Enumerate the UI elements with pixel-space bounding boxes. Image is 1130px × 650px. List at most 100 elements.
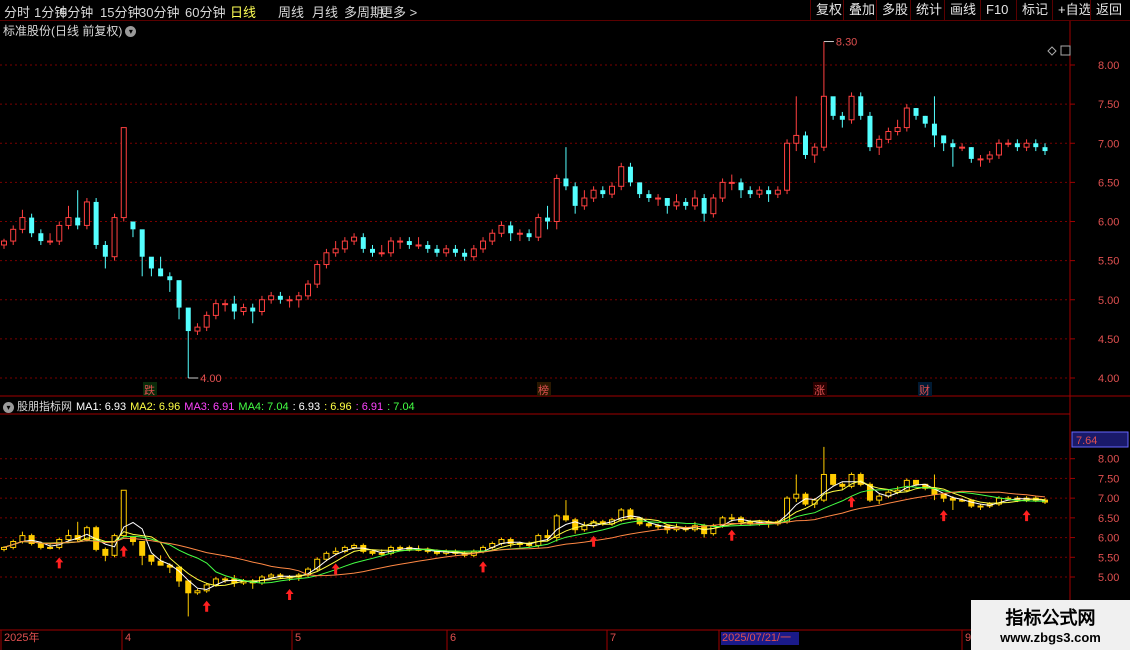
candle-body — [369, 248, 375, 253]
candle-body — [673, 201, 680, 207]
period-tab[interactable]: 周线 — [278, 2, 304, 21]
toolbar-button[interactable]: 标记 — [1016, 0, 1053, 20]
candle-body — [839, 115, 845, 120]
candle-body — [738, 182, 744, 191]
period-tab[interactable]: 多周期 — [344, 2, 383, 21]
sub-y-axis-label: 5.50 — [1098, 552, 1119, 564]
candle-body — [618, 166, 625, 187]
candle-body — [701, 198, 707, 214]
kline-chart[interactable]: 8.00 7.50 7.00 6.50 6.00 5.50 5.00 4.50 4.00 8.00… — [0, 21, 1130, 650]
toolbar-button[interactable]: 复权 — [810, 0, 847, 20]
indicator-bar — [194, 590, 201, 594]
y-axis-label: 5.50 — [1098, 256, 1119, 268]
candle-body — [240, 307, 247, 312]
candle-body — [286, 299, 293, 302]
ma-line-3 — [3, 485, 1046, 584]
candle-body — [581, 197, 588, 207]
indicator-bar — [268, 574, 275, 578]
period-tab[interactable]: 分时 — [4, 2, 30, 21]
candle-body — [609, 185, 616, 195]
candle-body — [784, 142, 791, 191]
period-tab[interactable]: 15分钟 — [100, 2, 140, 21]
indicator-bar — [351, 544, 358, 548]
period-tab[interactable]: 60分钟 — [185, 2, 225, 21]
toolbar-button[interactable]: 叠加 — [843, 0, 880, 20]
indicator-bar — [940, 493, 947, 499]
candle-body — [986, 154, 993, 160]
candle-body — [931, 123, 937, 136]
y-axis-label: 4.00 — [1098, 373, 1119, 385]
candle-body — [913, 108, 919, 116]
period-tab[interactable]: 日线 — [230, 2, 256, 21]
panel-toggle-icon[interactable] — [1060, 45, 1071, 56]
candle-body — [47, 240, 54, 243]
candle-body — [295, 295, 302, 301]
candle-body — [848, 95, 855, 121]
candle-body — [516, 232, 523, 235]
candle-body — [941, 135, 947, 144]
toolbar-button[interactable]: 统计 — [910, 0, 947, 20]
candle-body — [876, 138, 883, 148]
candle-body — [545, 217, 551, 222]
candle-body — [526, 233, 532, 238]
toolbar-button[interactable]: F10 — [980, 0, 1013, 20]
indicator-bar — [562, 515, 569, 521]
period-tab[interactable]: 5分钟 — [60, 2, 93, 21]
indicator-bar — [102, 548, 109, 556]
indicator-bar — [830, 473, 837, 485]
candle-body — [406, 241, 412, 245]
candle-body — [360, 237, 366, 249]
signal-arrow-icon — [202, 600, 211, 612]
candle-body — [710, 197, 717, 215]
candle-body — [1042, 147, 1048, 152]
candle-body — [1, 240, 7, 246]
candle-body — [885, 131, 892, 140]
candle-body — [691, 197, 698, 207]
event-badge: 跌 — [144, 383, 155, 397]
candle-body — [728, 181, 735, 184]
indicator-bar — [323, 552, 330, 560]
period-tab[interactable]: 更多 > — [380, 2, 417, 21]
x-axis-label: 4 — [125, 632, 131, 644]
indicator-bar — [535, 535, 542, 546]
indicator-bar — [231, 578, 238, 584]
low-price-label: 4.00 — [200, 373, 221, 385]
indicator-bar — [176, 566, 183, 582]
candle-body — [747, 190, 753, 195]
candle-body — [148, 256, 154, 269]
watermark-title: 指标公式网 — [1005, 608, 1096, 628]
candle-body — [959, 146, 966, 149]
candle-body — [111, 217, 118, 258]
candle-body — [38, 233, 44, 242]
indicator-bar — [222, 578, 229, 581]
toolbar-button[interactable]: 画线 — [944, 0, 981, 20]
candle-body — [572, 186, 578, 206]
price-tag-label: 7.64 — [1076, 435, 1097, 447]
toolbar-button[interactable]: 多股 — [876, 0, 913, 20]
candle-body — [922, 115, 928, 124]
indicator-bar — [1, 546, 7, 550]
candle-body — [858, 96, 864, 116]
indicator-bar — [148, 554, 155, 562]
x-axis-label: 2025/07/21/一 — [722, 632, 791, 644]
indicator-bar — [793, 493, 800, 499]
period-tab[interactable]: 30分钟 — [139, 2, 179, 21]
indicator-bar — [185, 580, 192, 594]
candle-body — [425, 244, 431, 249]
period-tab[interactable]: 月线 — [312, 2, 338, 21]
signal-arrow-icon — [1022, 510, 1031, 522]
candle-body — [378, 252, 385, 255]
diamond-icon[interactable] — [1047, 46, 1057, 56]
y-axis-label: 7.00 — [1098, 138, 1119, 150]
toolbar-button[interactable]: 返回 — [1090, 0, 1127, 20]
indicator-bar — [949, 497, 956, 501]
sub-y-axis-label: 7.00 — [1098, 493, 1119, 505]
sub-y-axis-label: 6.00 — [1098, 533, 1119, 545]
y-axis-label: 4.50 — [1098, 334, 1119, 346]
indicator-bar — [977, 505, 984, 508]
candle-body — [811, 146, 818, 156]
candle-body — [341, 240, 348, 250]
candle-body — [158, 268, 164, 277]
signal-arrow-icon — [939, 510, 948, 522]
candle-body — [29, 217, 35, 234]
